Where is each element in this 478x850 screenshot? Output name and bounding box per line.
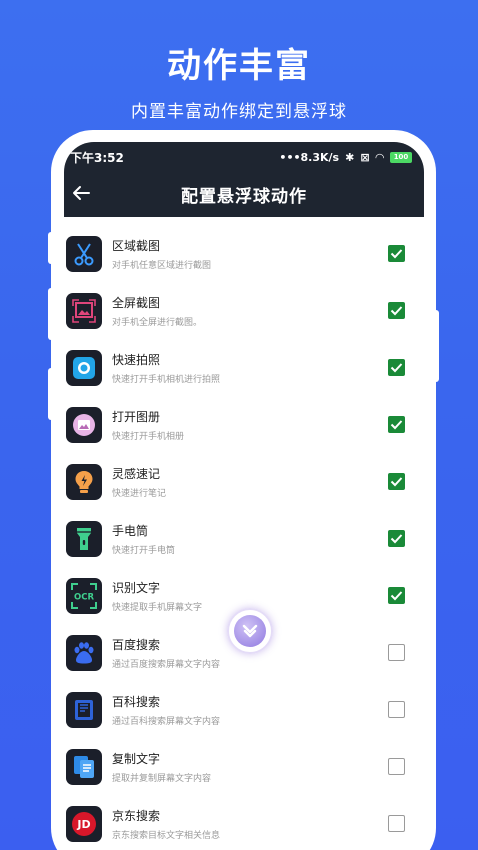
item-checkbox[interactable] bbox=[388, 644, 405, 661]
item-description: 提取并复制屏幕文字内容 bbox=[112, 773, 212, 784]
item-description: 京东搜索目标文字相关信息 bbox=[112, 830, 221, 841]
promo-title: 动作丰富 bbox=[167, 46, 311, 86]
gallery-icon bbox=[66, 406, 102, 443]
item-title: 打开图册 bbox=[112, 409, 161, 424]
item-title: 手电筒 bbox=[112, 523, 149, 538]
list-item[interactable]: 全屏截图 对手机全屏进行截图。 bbox=[64, 282, 424, 339]
action-list: 区域截图 对手机任意区域进行截图 全屏截图 对手机全屏进行截图。 快速拍照 快速… bbox=[64, 217, 424, 850]
status-time: 下午3:52 bbox=[70, 150, 124, 165]
network-speed: •••8.3K/s bbox=[279, 150, 340, 164]
status-icons: •••8.3K/s ✱ ⊠ ◠ 100 bbox=[279, 151, 412, 164]
item-description: 快速打开手机相册 bbox=[112, 431, 185, 442]
camera-icon bbox=[66, 349, 102, 386]
status-bar: 下午3:52 •••8.3K/s ✱ ⊠ ◠ 100 bbox=[64, 142, 424, 172]
item-title: 灵感速记 bbox=[112, 466, 161, 481]
list-item[interactable]: 打开图册 快速打开手机相册 bbox=[64, 396, 424, 453]
flashlight-icon bbox=[66, 520, 102, 557]
item-title: 快速拍照 bbox=[112, 352, 161, 367]
wifi-icon: ◠ bbox=[375, 150, 384, 164]
item-title: 百度搜索 bbox=[112, 637, 161, 652]
list-item[interactable]: 复制文字 提取并复制屏幕文字内容 bbox=[64, 738, 424, 795]
fullscreen-image-icon bbox=[66, 292, 102, 329]
sim-icon: ⊠ bbox=[360, 150, 370, 164]
encyclopedia-book-icon bbox=[66, 691, 102, 728]
battery-icon: 100 bbox=[390, 151, 412, 163]
list-item[interactable]: JD 京东搜索 京东搜索目标文字相关信息 bbox=[64, 795, 424, 850]
back-arrow-icon[interactable] bbox=[70, 182, 92, 204]
item-title: 区域截图 bbox=[112, 238, 161, 253]
item-checkbox[interactable] bbox=[388, 302, 405, 319]
item-description: 快速打开手机相机进行拍照 bbox=[112, 374, 221, 385]
item-description: 对手机全屏进行截图。 bbox=[112, 317, 203, 328]
item-checkbox[interactable] bbox=[388, 359, 405, 376]
promo-subtitle: 内置丰富动作绑定到悬浮球 bbox=[131, 102, 347, 122]
item-checkbox[interactable] bbox=[388, 758, 405, 775]
item-checkbox[interactable] bbox=[388, 245, 405, 262]
page-title: 配置悬浮球动作 bbox=[181, 187, 307, 207]
item-title: 百科搜索 bbox=[112, 694, 161, 709]
item-description: 对手机任意区域进行截图 bbox=[112, 260, 212, 271]
item-title: 京东搜索 bbox=[112, 808, 161, 823]
copy-document-icon bbox=[66, 748, 102, 785]
list-item[interactable]: 灵感速记 快速进行笔记 bbox=[64, 453, 424, 510]
list-item[interactable]: 百科搜索 通过百科搜索屏幕文字内容 bbox=[64, 681, 424, 738]
baidu-paw-icon bbox=[66, 634, 102, 671]
item-checkbox[interactable] bbox=[388, 587, 405, 604]
jd-logo-icon: JD bbox=[66, 805, 102, 842]
item-description: 快速打开手电筒 bbox=[112, 545, 176, 556]
bluetooth-icon: ✱ bbox=[345, 150, 355, 164]
item-checkbox[interactable] bbox=[388, 701, 405, 718]
list-item[interactable]: 快速拍照 快速打开手机相机进行拍照 bbox=[64, 339, 424, 396]
item-checkbox[interactable] bbox=[388, 416, 405, 433]
item-checkbox[interactable] bbox=[388, 473, 405, 490]
list-item[interactable]: 区域截图 对手机任意区域进行截图 bbox=[64, 225, 424, 282]
lightbulb-icon bbox=[66, 463, 102, 500]
svg-text:OCR: OCR bbox=[74, 592, 94, 602]
item-title: 复制文字 bbox=[112, 751, 161, 766]
item-checkbox[interactable] bbox=[388, 530, 405, 547]
item-description: 快速进行笔记 bbox=[112, 488, 167, 499]
item-description: 通过百度搜索屏幕文字内容 bbox=[112, 659, 221, 670]
svg-text:JD: JD bbox=[76, 818, 90, 831]
phone-screen: 下午3:52 •••8.3K/s ✱ ⊠ ◠ 100 配置悬浮球动作 区域截图 … bbox=[64, 142, 424, 850]
item-title: 全屏截图 bbox=[112, 295, 161, 310]
floating-ball-chevron-icon bbox=[234, 615, 266, 647]
scissors-icon bbox=[66, 235, 102, 272]
list-item[interactable]: 手电筒 快速打开手电筒 bbox=[64, 510, 424, 567]
item-description: 快速提取手机屏幕文字 bbox=[112, 602, 203, 613]
floating-ball[interactable] bbox=[227, 608, 273, 654]
item-checkbox[interactable] bbox=[388, 815, 405, 832]
app-bar: 配置悬浮球动作 bbox=[64, 172, 424, 217]
item-title: 识别文字 bbox=[112, 580, 161, 595]
item-description: 通过百科搜索屏幕文字内容 bbox=[112, 716, 221, 727]
ocr-icon: OCR bbox=[66, 577, 102, 614]
